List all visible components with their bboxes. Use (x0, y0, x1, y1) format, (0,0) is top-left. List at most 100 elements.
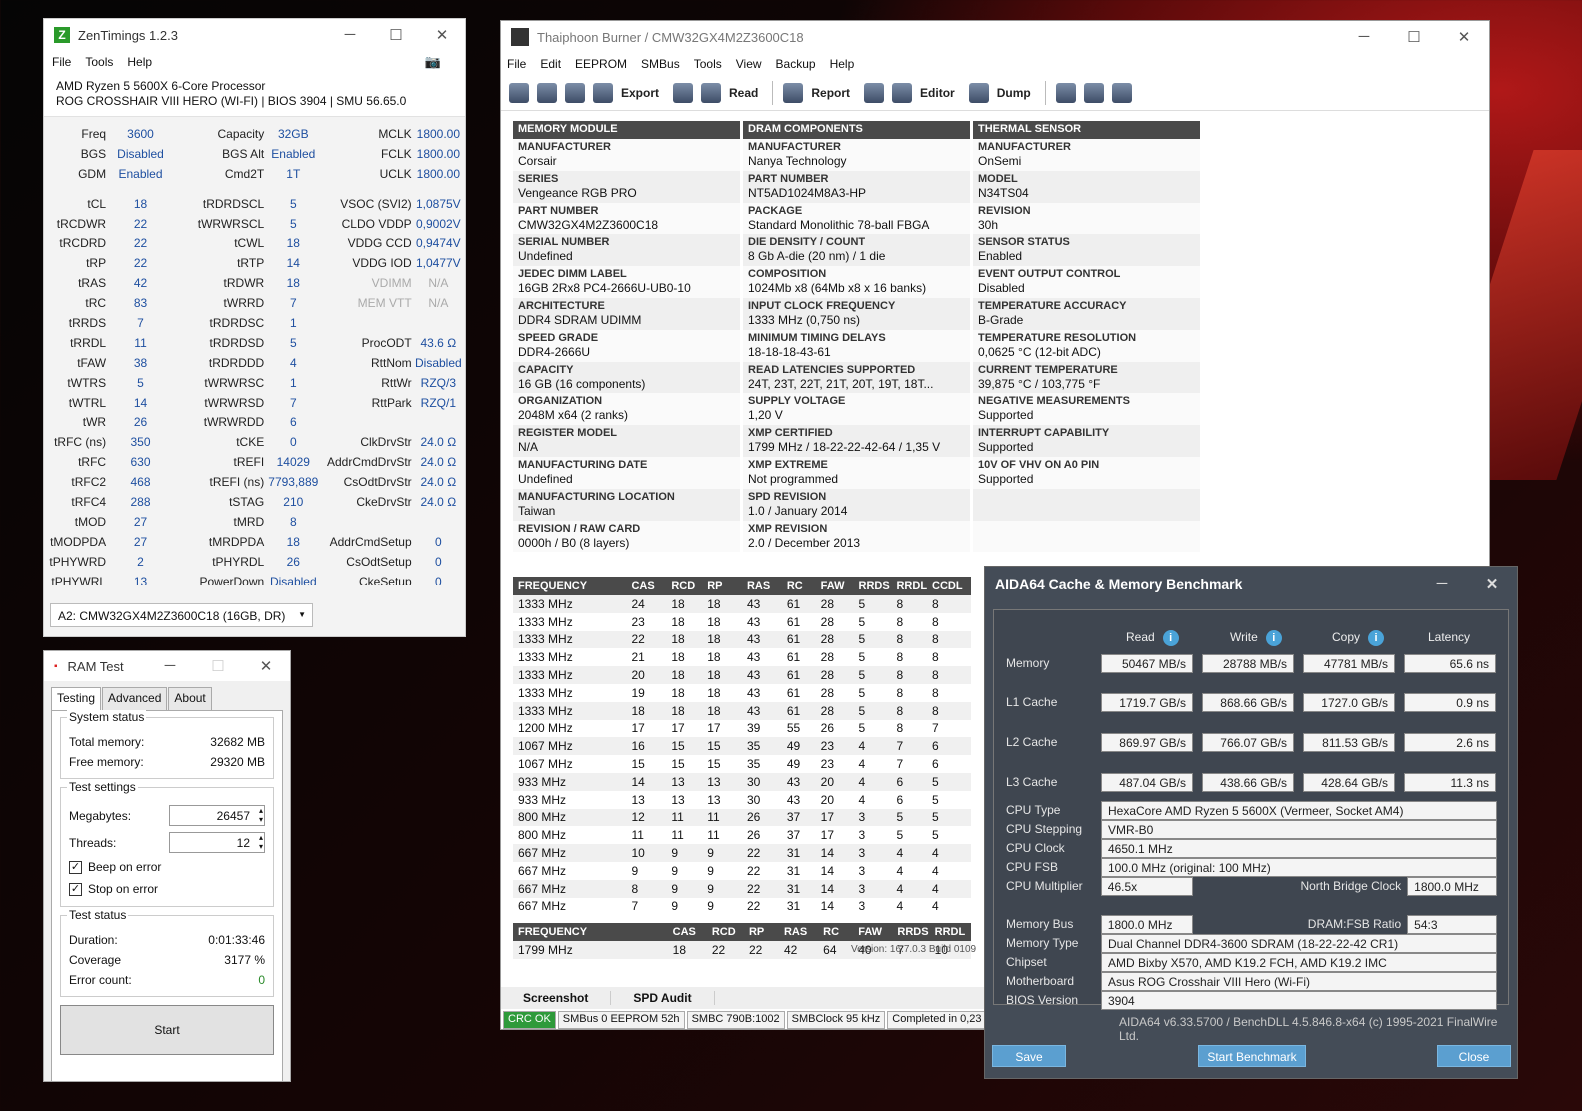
smbc-status: SMBC 790B:1002 (686, 1011, 785, 1029)
wrench-icon[interactable] (864, 82, 885, 103)
benchmark-value: 428.64 GB/s (1303, 772, 1395, 792)
crc-status: CRC OK (503, 1011, 556, 1029)
export-button[interactable]: Export (593, 82, 659, 103)
close-icon[interactable]: ✕ (1439, 28, 1489, 46)
tab-about[interactable]: About (168, 687, 212, 710)
report-button[interactable]: Report (783, 82, 850, 103)
menu-help[interactable]: Help (830, 57, 855, 71)
table-cell: 8 (927, 666, 971, 684)
menu-tools[interactable]: Tools (694, 57, 722, 71)
menu-file[interactable]: File (52, 55, 71, 69)
tab-spd-audit[interactable]: SPD Audit (611, 991, 715, 1005)
document-icon[interactable] (1083, 82, 1104, 103)
save-button[interactable]: Save (992, 1045, 1066, 1067)
timing-value: 0 (289, 435, 297, 450)
spd-field: MANUFACTURING LOCATION Taiwan (513, 488, 740, 521)
stop-on-error-checkbox[interactable]: ✓ Stop on error (69, 878, 265, 900)
maximize-icon[interactable]: ☐ (373, 26, 419, 44)
timing-label: VDIMM (371, 276, 412, 291)
minimize-icon[interactable]: ─ (146, 657, 194, 675)
maximize-icon[interactable]: ☐ (194, 657, 242, 675)
timing-row: tFAW 38 tRDRDDD 4 RttNom Disabled (44, 353, 465, 373)
thaiphoon-titlebar[interactable]: Thaiphoon Burner / CMW32GX4M2Z3600C18 ─ ☐… (501, 21, 1489, 53)
menu-backup[interactable]: Backup (776, 57, 816, 71)
maximize-icon[interactable]: ☐ (1389, 28, 1439, 46)
search-chip-icon[interactable] (1055, 82, 1076, 103)
minimize-icon[interactable]: ─ (1339, 28, 1389, 46)
table-cell: 1333 MHz (518, 685, 573, 700)
dump-button[interactable]: Dump (968, 82, 1031, 103)
menu-eeprom[interactable]: EEPROM (575, 57, 627, 71)
menu-file[interactable]: File (507, 57, 526, 71)
benchmark-value: 11.3 ns (1404, 772, 1496, 792)
ramtest-window: ▪ RAM Test ─ ☐ ✕ Testing Advanced About Sy… (43, 650, 291, 1082)
open-folder-icon[interactable] (537, 82, 557, 103)
field-key: MODEL (978, 172, 1018, 185)
timing-label: GDM (78, 166, 107, 181)
field-value: Undefined (518, 471, 573, 486)
tab-testing[interactable]: Testing (51, 687, 102, 710)
settings-gear-icon[interactable] (509, 82, 529, 103)
start-button[interactable]: Start (60, 1005, 274, 1055)
spd-field: MANUFACTURER Corsair (513, 139, 740, 171)
save-disk-icon[interactable] (565, 82, 585, 103)
table-row: 667 MHz 7 9 9 22 31 14 3 4 4 (513, 898, 971, 916)
read-button[interactable]: Read (701, 82, 759, 103)
editor-button[interactable]: Editor (892, 82, 955, 103)
close-icon[interactable]: ✕ (242, 657, 290, 675)
field-key: INTERRUPT CAPABILITY (978, 427, 1110, 440)
menu-smbus[interactable]: SMBus (641, 57, 680, 71)
info-icon[interactable]: i (1368, 630, 1385, 646)
zentimings-titlebar[interactable]: Z ZenTimings 1.2.3 ─ ☐ ✕ (44, 19, 465, 51)
field-key: MINIMUM TIMING DELAYS (748, 331, 886, 344)
menu-view[interactable]: View (736, 57, 762, 71)
info-icon[interactable]: i (1265, 630, 1282, 646)
monitor-icon[interactable] (1111, 82, 1132, 103)
spd-field: MANUFACTURING DATE Undefined (513, 456, 740, 489)
timing-label: tWR (82, 415, 107, 430)
timing-value: 1800.00 (416, 126, 461, 141)
minimize-icon[interactable]: ─ (1417, 575, 1467, 593)
lock-icon[interactable] (673, 82, 694, 103)
timing-value: N/A (428, 276, 449, 291)
close-button[interactable]: Close (1437, 1045, 1511, 1067)
screenshot-camera-icon[interactable]: 📷 (425, 54, 441, 70)
field-value: DDR4 SDRAM UDIMM (518, 312, 642, 327)
table-row: 1333 MHz 18 18 18 43 61 28 5 8 8 (513, 701, 971, 720)
field-key: MANUFACTURER (978, 141, 1071, 153)
table-row: 1067 MHz 15 15 15 35 49 23 4 7 6 (513, 755, 971, 773)
table-cell: 15 (631, 757, 645, 772)
threads-stepper[interactable]: 12 (169, 832, 265, 853)
start-benchmark-button[interactable]: Start Benchmark (1198, 1045, 1306, 1067)
field-key: MANUFACTURER (748, 141, 841, 153)
aida64-titlebar[interactable]: AIDA64 Cache & Memory Benchmark ─ ✕ (985, 567, 1517, 601)
tab-advanced[interactable]: Advanced (102, 687, 168, 710)
timing-label: tRDRDSC (209, 315, 265, 330)
table-cell: 19 (631, 685, 645, 700)
table-cell: 4 (932, 899, 939, 914)
close-icon[interactable]: ✕ (419, 26, 465, 44)
field-key: CURRENT TEMPERATURE (978, 363, 1118, 376)
info-icon[interactable]: i (1162, 630, 1179, 646)
label: Read (729, 85, 759, 100)
timing-value: RZQ/3 (420, 375, 456, 390)
column-header: RRDL (929, 923, 971, 941)
minimize-icon[interactable]: ─ (327, 26, 373, 44)
table-cell: 26 (820, 721, 834, 736)
menu-tools[interactable]: Tools (85, 55, 113, 69)
megabytes-stepper[interactable]: 26457 (169, 805, 265, 826)
table-cell: 9 (666, 879, 703, 898)
table-cell: 3 (858, 899, 866, 914)
menu-edit[interactable]: Edit (540, 57, 561, 71)
ramtest-titlebar[interactable]: ▪ RAM Test ─ ☐ ✕ (44, 651, 290, 681)
beep-on-error-checkbox[interactable]: ✓ Beep on error (69, 856, 265, 878)
timing-label: tRAS (78, 276, 107, 291)
table-cell: 1333 MHz (518, 650, 573, 665)
menu-help[interactable]: Help (127, 55, 152, 69)
spd-field: REGISTER MODEL N/A (513, 425, 740, 457)
benchmark-value: 766.07 GB/s (1202, 732, 1294, 752)
module-select[interactable]: A2: CMW32GX4M2Z3600C18 (16GB, DR) ▼ (50, 603, 313, 627)
tab-screenshot[interactable]: Screenshot (501, 991, 612, 1005)
close-icon[interactable]: ✕ (1467, 575, 1517, 593)
timing-value: 14 (133, 395, 148, 410)
